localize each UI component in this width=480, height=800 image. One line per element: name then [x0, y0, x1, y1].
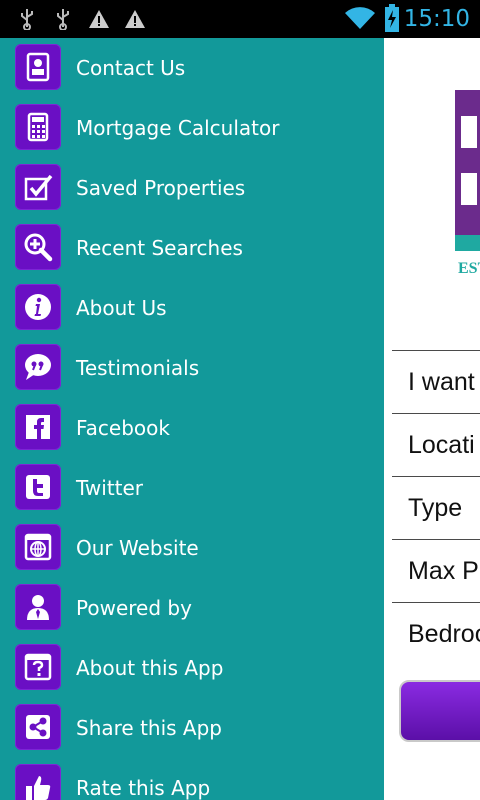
calculator-icon — [15, 104, 61, 150]
usb-icon — [18, 8, 36, 35]
warning-icon — [88, 8, 110, 35]
info-icon — [15, 284, 61, 330]
form-row-bedrooms[interactable]: Bedroo — [392, 602, 480, 664]
drawer-item-label: Share this App — [76, 716, 222, 740]
drawer-item-label: About this App — [76, 656, 224, 680]
status-bar: 15:10 — [0, 0, 480, 38]
drawer-item-powered-by[interactable]: Powered by — [0, 578, 384, 638]
question-window-icon — [15, 644, 61, 690]
navigation-drawer: Contact Us Mortgage Calculator Saved Pro… — [0, 38, 384, 800]
checkbox-icon — [15, 164, 61, 210]
drawer-item-label: Our Website — [76, 536, 199, 560]
main-content: EST I want Locati Type Max Pr Bedroo — [384, 38, 480, 800]
logo-letter-shape — [461, 173, 477, 205]
drawer-item-recent-searches[interactable]: Recent Searches — [0, 218, 384, 278]
logo-letter-shape — [461, 116, 477, 148]
form-row-type[interactable]: Type — [392, 476, 480, 538]
form-row-i-want[interactable]: I want — [392, 350, 480, 412]
drawer-item-saved-properties[interactable]: Saved Properties — [0, 158, 384, 218]
warning-icon — [124, 8, 146, 35]
magnifier-plus-icon — [15, 224, 61, 270]
twitter-icon — [15, 464, 61, 510]
drawer-item-rate-this-app[interactable]: Rate this App — [0, 758, 384, 800]
clock: 15:10 — [403, 6, 470, 32]
form-row-max-price[interactable]: Max Pr — [392, 539, 480, 601]
drawer-item-our-website[interactable]: Our Website — [0, 518, 384, 578]
drawer-item-contact-us[interactable]: Contact Us — [0, 38, 384, 98]
globe-window-icon — [15, 524, 61, 570]
drawer-item-label: Recent Searches — [76, 236, 243, 260]
drawer-item-about-this-app[interactable]: About this App — [0, 638, 384, 698]
drawer-item-testimonials[interactable]: Testimonials — [0, 338, 384, 398]
battery-charging-icon — [384, 4, 400, 37]
drawer-item-label: Powered by — [76, 596, 192, 620]
usb-icon — [54, 8, 72, 35]
drawer-item-label: Contact Us — [76, 56, 186, 80]
contact-card-icon — [15, 44, 61, 90]
form-row-location[interactable]: Locati — [392, 413, 480, 475]
drawer-item-about-us[interactable]: About Us — [0, 278, 384, 338]
thumbs-up-icon — [15, 764, 61, 800]
quote-bubble-icon — [15, 344, 61, 390]
drawer-item-mortgage-calculator[interactable]: Mortgage Calculator — [0, 98, 384, 158]
logo-accent — [455, 235, 480, 251]
logo-text: EST — [458, 260, 480, 277]
drawer-item-label: Twitter — [76, 476, 144, 500]
drawer-item-facebook[interactable]: Facebook — [0, 398, 384, 458]
brand-logo — [455, 90, 480, 250]
drawer-item-label: Saved Properties — [76, 176, 246, 200]
drawer-item-label: Rate this App — [76, 776, 211, 800]
drawer-item-label: Mortgage Calculator — [76, 116, 280, 140]
drawer-item-twitter[interactable]: Twitter — [0, 458, 384, 518]
drawer-item-label: Testimonials — [76, 356, 200, 380]
drawer-item-label: Facebook — [76, 416, 170, 440]
search-button[interactable] — [399, 680, 480, 742]
drawer-item-label: About Us — [76, 296, 167, 320]
drawer-item-share-this-app[interactable]: Share this App — [0, 698, 384, 758]
share-icon — [15, 704, 61, 750]
facebook-icon — [15, 404, 61, 450]
wifi-icon — [344, 5, 376, 36]
person-icon — [15, 584, 61, 630]
